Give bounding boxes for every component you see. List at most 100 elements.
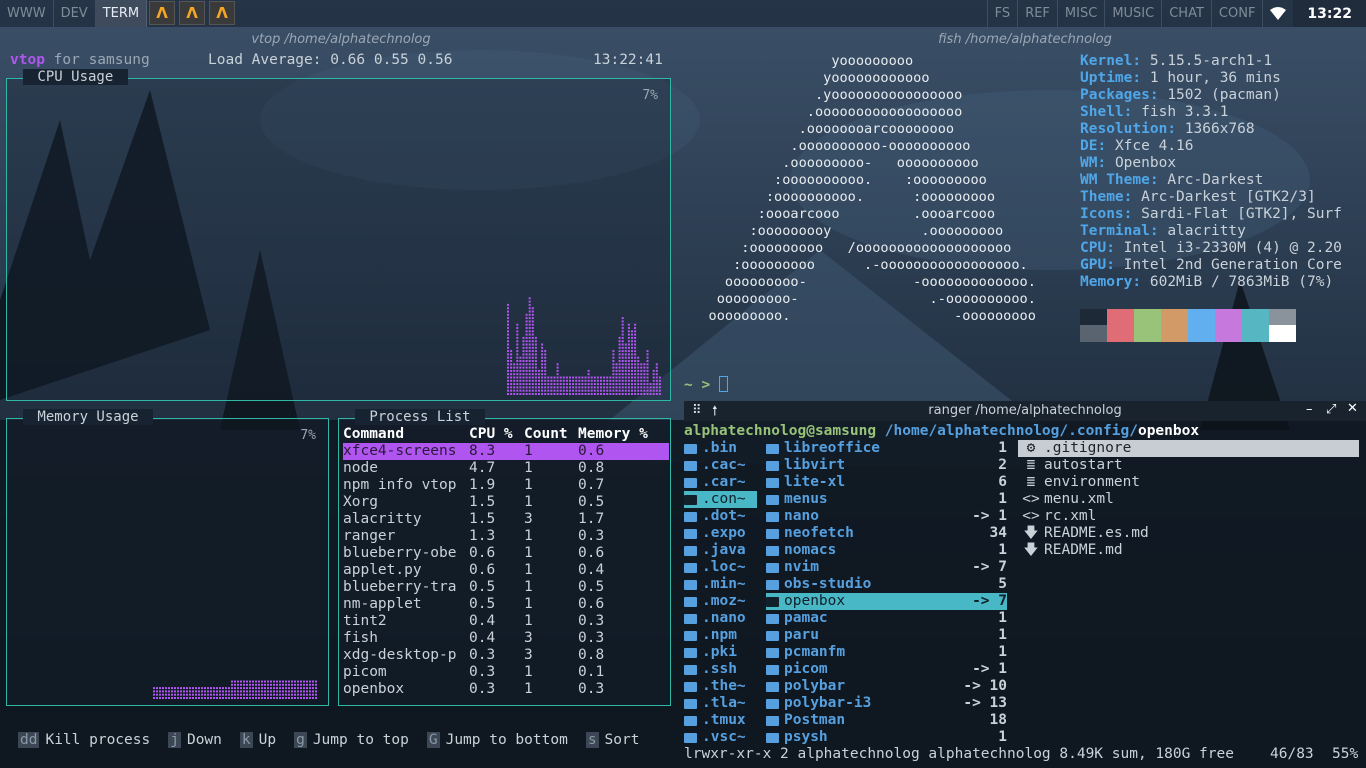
table-row[interactable]: blueberry-tra 0.5 1 0.5 bbox=[343, 579, 669, 596]
table-row[interactable]: alacritty 1.5 3 1.7 bbox=[343, 511, 669, 528]
memory-usage-panel: Memory Usage 7% bbox=[6, 409, 329, 706]
ranger-dir-item[interactable]: menus 1 bbox=[766, 491, 1007, 508]
process-command: ranger bbox=[343, 528, 396, 544]
workspace-term[interactable]: TERM bbox=[95, 0, 148, 27]
ranger-dir-item[interactable]: pamac 1 bbox=[766, 610, 1007, 627]
folder-icon bbox=[766, 478, 779, 488]
ranger-file-item[interactable]: ≣ environment bbox=[1018, 474, 1359, 491]
process-cpu: 1.5 bbox=[469, 494, 496, 510]
workspace-misc[interactable]: MISC bbox=[1058, 0, 1106, 27]
ranger-file-name: README.md bbox=[1044, 542, 1123, 558]
ranger-dir-item[interactable]: picom -> 1 bbox=[766, 661, 1007, 678]
alacritty-icon[interactable]: Λ bbox=[149, 1, 176, 25]
workspace-ref[interactable]: REF bbox=[1018, 0, 1058, 27]
col-command[interactable]: Command bbox=[343, 426, 469, 443]
ranger-dir-item[interactable]: neofetch 34 bbox=[766, 525, 1007, 542]
ranger-parent-item[interactable]: .the~ bbox=[684, 678, 757, 695]
maximize-icon[interactable]: ⤢ bbox=[1326, 402, 1336, 417]
info-colon: : bbox=[1097, 155, 1115, 171]
ranger-dir-item[interactable]: polybar-i3 -> 13 bbox=[766, 695, 1007, 712]
workspace-music[interactable]: MUSIC bbox=[1105, 0, 1163, 27]
ranger-parent-item[interactable]: .pki bbox=[684, 644, 757, 661]
alacritty-icon[interactable]: Λ bbox=[179, 1, 206, 25]
palette-swatch bbox=[1161, 309, 1188, 326]
table-row[interactable]: ranger 1.3 1 0.3 bbox=[343, 528, 669, 545]
ranger-parent-item[interactable]: .dot~ bbox=[684, 508, 757, 525]
process-count: 1 bbox=[524, 579, 533, 595]
ranger-parent-item[interactable]: .con~ bbox=[684, 491, 757, 508]
workspace-dev[interactable]: DEV bbox=[54, 0, 96, 27]
table-row[interactable]: xdg-desktop-p 0.3 3 0.8 bbox=[343, 647, 669, 664]
table-row[interactable]: picom 0.3 1 0.1 bbox=[343, 664, 669, 681]
info-colon: : bbox=[1132, 53, 1150, 69]
workspace-chat[interactable]: CHAT bbox=[1162, 0, 1212, 27]
ranger-parent-item[interactable]: .vsc~ bbox=[684, 729, 757, 746]
ranger-dir-item[interactable]: Postman 18 bbox=[766, 712, 1007, 729]
ranger-parent-item[interactable]: .moz~ bbox=[684, 593, 757, 610]
ranger-parent-item[interactable]: .java bbox=[684, 542, 757, 559]
table-row[interactable]: blueberry-obe 0.6 1 0.6 bbox=[343, 545, 669, 562]
table-row[interactable]: fish 0.4 3 0.3 bbox=[343, 630, 669, 647]
info-value: Xfce 4.16 bbox=[1114, 138, 1194, 154]
ranger-parent-item[interactable]: .expo bbox=[684, 525, 757, 542]
table-row[interactable]: nm-applet 0.5 1 0.6 bbox=[343, 596, 669, 613]
ranger-dir-item[interactable]: libvirt 2 bbox=[766, 457, 1007, 474]
ranger-dir-item[interactable]: openbox -> 7 bbox=[766, 593, 1007, 610]
workspace-www[interactable]: WWW bbox=[0, 0, 54, 27]
ranger-dir-item[interactable]: polybar -> 10 bbox=[766, 678, 1007, 695]
ranger-parent-item[interactable]: .loc~ bbox=[684, 559, 757, 576]
process-memory: 0.8 bbox=[578, 647, 605, 663]
table-row[interactable]: openbox 0.3 1 0.3 bbox=[343, 681, 669, 698]
ranger-file-item[interactable]: <> menu.xml bbox=[1018, 491, 1359, 508]
process-command: picom bbox=[343, 664, 387, 680]
vtop-window-title: vtop /home/alphatechnolog bbox=[251, 32, 431, 47]
table-row[interactable]: npm info vtop 1.9 1 0.7 bbox=[343, 477, 669, 494]
table-row[interactable]: node 4.7 1 0.8 bbox=[343, 460, 669, 477]
col-count[interactable]: Count bbox=[524, 426, 578, 443]
ranger-dir-item[interactable]: pcmanfm 1 bbox=[766, 644, 1007, 661]
col-cpu[interactable]: CPU % bbox=[469, 426, 524, 443]
ranger-parent-item[interactable]: .car~ bbox=[684, 474, 757, 491]
ranger-file-item[interactable]: 🡇 README.es.md bbox=[1018, 525, 1359, 542]
ranger-item-count: 1 bbox=[998, 440, 1007, 456]
ranger-parent-item[interactable]: .bin bbox=[684, 440, 757, 457]
ranger-parent-item[interactable]: .cac~ bbox=[684, 457, 757, 474]
ranger-dir-item[interactable]: nvim -> 7 bbox=[766, 559, 1007, 576]
close-icon[interactable]: ✕ bbox=[1347, 401, 1358, 416]
table-row[interactable]: xfce4-screens 8.3 1 0.6 bbox=[343, 443, 669, 460]
ranger-file-item[interactable]: <> rc.xml bbox=[1018, 508, 1359, 525]
terminal-cursor[interactable] bbox=[718, 376, 728, 392]
shortcut-key: j bbox=[168, 732, 181, 748]
process-count: 1 bbox=[524, 460, 533, 476]
shortcut-key: g bbox=[294, 732, 307, 748]
ranger-parent-item[interactable]: .tla~ bbox=[684, 695, 757, 712]
logo-line: .yoooooooooooooooo bbox=[684, 87, 963, 103]
ranger-dir-item[interactable]: lite-xl 6 bbox=[766, 474, 1007, 491]
minimize-icon[interactable]: – bbox=[1306, 402, 1313, 417]
ranger-parent-item[interactable]: .nano bbox=[684, 610, 757, 627]
clock[interactable]: 13:22 bbox=[1293, 0, 1366, 27]
workspace-fs[interactable]: FS bbox=[986, 0, 1019, 27]
ranger-parent-item[interactable]: .tmux bbox=[684, 712, 757, 729]
ranger-dir-item[interactable]: obs-studio 5 bbox=[766, 576, 1007, 593]
ranger-file-item[interactable]: 🡇 README.md bbox=[1018, 542, 1359, 559]
ranger-parent-item[interactable]: .npm bbox=[684, 627, 757, 644]
folder-icon bbox=[684, 529, 697, 539]
ranger-dir-item[interactable]: psysh 1 bbox=[766, 729, 1007, 746]
table-row[interactable]: Xorg 1.5 1 0.5 bbox=[343, 494, 669, 511]
table-row[interactable]: applet.py 0.6 1 0.4 bbox=[343, 562, 669, 579]
ranger-dir-item[interactable]: nano -> 1 bbox=[766, 508, 1007, 525]
ranger-dir-item[interactable]: libreoffice 1 bbox=[766, 440, 1007, 457]
wifi-icon[interactable] bbox=[1263, 0, 1293, 27]
ranger-dir-item[interactable]: nomacs 1 bbox=[766, 542, 1007, 559]
ranger-dir-item[interactable]: paru 1 bbox=[766, 627, 1007, 644]
info-key: Kernel bbox=[1080, 53, 1133, 69]
ranger-parent-item[interactable]: .ssh bbox=[684, 661, 757, 678]
ranger-file-item[interactable]: ≣ autostart bbox=[1018, 457, 1359, 474]
table-row[interactable]: tint2 0.4 1 0.3 bbox=[343, 613, 669, 630]
col-memory[interactable]: Memory % bbox=[578, 426, 658, 443]
ranger-parent-item[interactable]: .min~ bbox=[684, 576, 757, 593]
alacritty-icon[interactable]: Λ bbox=[209, 1, 236, 25]
ranger-file-item[interactable]: ⚙ .gitignore bbox=[1018, 440, 1359, 457]
workspace-conf[interactable]: CONF bbox=[1212, 0, 1264, 27]
